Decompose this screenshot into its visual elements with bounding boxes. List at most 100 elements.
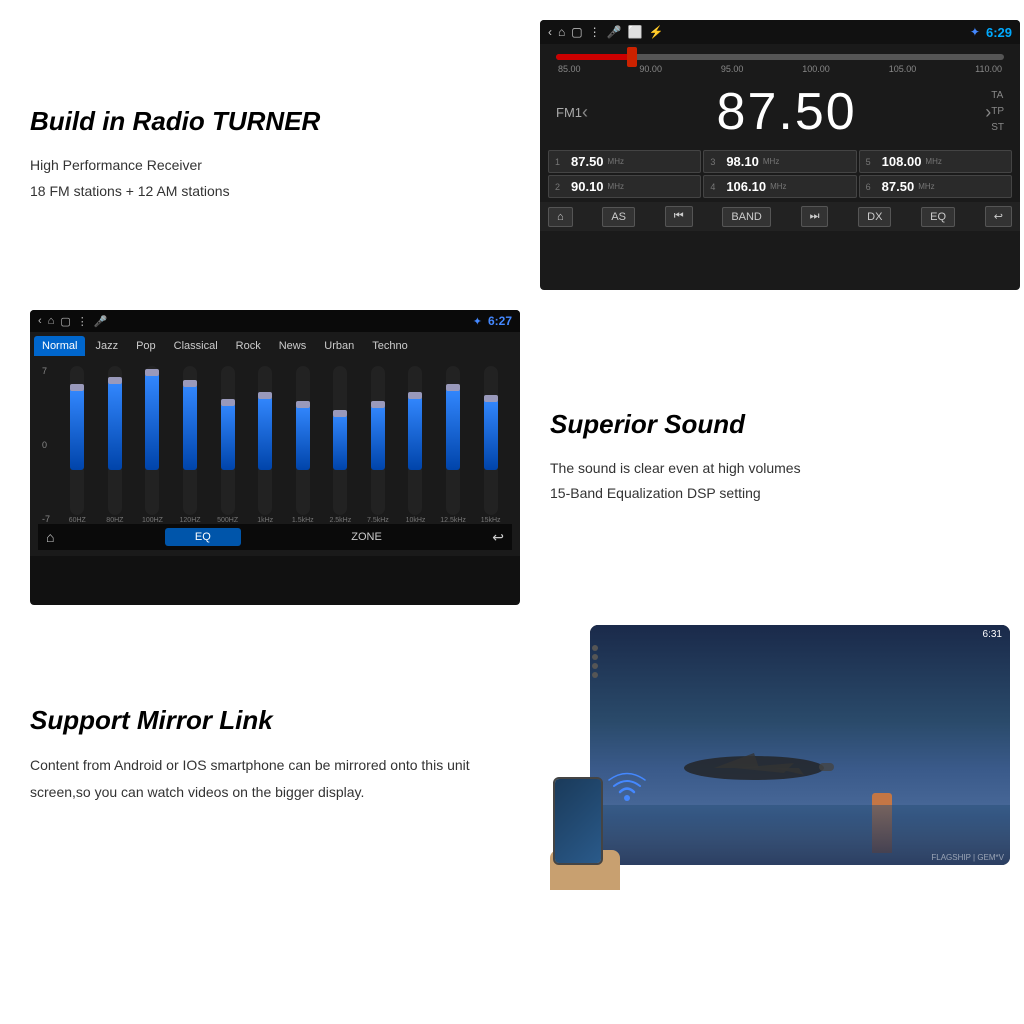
eq-label-120hz: 120HZ <box>180 517 201 524</box>
eq-thumb-10khz[interactable] <box>408 392 422 399</box>
eq-tab-techno[interactable]: Techno <box>364 336 415 356</box>
eq-band-80hz: 80HZ <box>98 366 133 524</box>
phone-screen <box>555 779 601 863</box>
eq-menu-icon: ⋮ <box>77 315 88 328</box>
band-button[interactable]: BAND <box>722 207 771 227</box>
eq-band-track-1-5khz[interactable] <box>296 366 310 515</box>
eq-band-track-60hz[interactable] <box>70 366 84 515</box>
eq-tab-normal[interactable]: Normal <box>34 336 85 356</box>
radio-desc-line1: High Performance Receiver <box>30 153 510 178</box>
eq-label-500hz: 500HZ <box>217 517 238 524</box>
mirror-desc: Content from Android or IOS smartphone c… <box>30 752 510 805</box>
eq-band-track-12-5khz[interactable] <box>446 366 460 515</box>
eq-label-1-5khz: 1.5kHz <box>292 517 314 524</box>
eq-button[interactable]: EQ <box>921 207 955 227</box>
control-dot-4 <box>592 672 598 678</box>
eq-band-1-5khz: 1.5kHz <box>285 366 320 524</box>
eq-band-track-500hz[interactable] <box>221 366 235 515</box>
eq-thumb-100hz[interactable] <box>145 369 159 376</box>
ta-tp-st: TATPST <box>991 88 1004 136</box>
tuner-thumb[interactable] <box>627 47 637 67</box>
eq-zone-button[interactable]: ZONE <box>351 531 382 543</box>
eq-band-12-5khz: 12.5kHz <box>436 366 471 524</box>
eq-ui-section: ‹ ⌂ ▢ ⋮ 🎤 ✦ 6:27 Normal Jazz Pop Classic… <box>20 300 530 615</box>
eq-band-fill-15khz <box>484 399 498 471</box>
eq-back-button[interactable]: ↩ <box>492 529 504 546</box>
eq-band-track-10khz[interactable] <box>408 366 422 515</box>
preset-1[interactable]: 1 87.50 MHz <box>548 150 701 173</box>
eq-screen: ‹ ⌂ ▢ ⋮ 🎤 ✦ 6:27 Normal Jazz Pop Classic… <box>30 310 520 605</box>
eq-band-10khz: 10kHz <box>398 366 433 524</box>
eq-eq-button[interactable]: EQ <box>165 528 241 546</box>
preset-5[interactable]: 5 108.00 MHz <box>859 150 1012 173</box>
car-screen: 6:31 FLAGSHIP | GEM*V <box>590 625 1010 865</box>
eq-band-track-120hz[interactable] <box>183 366 197 515</box>
eq-thumb-500hz[interactable] <box>221 399 235 406</box>
side-controls <box>592 645 598 678</box>
preset-4[interactable]: 4 106.10 MHz <box>703 175 856 198</box>
eq-label-10khz: 10kHz <box>406 517 426 524</box>
sound-desc-line1: The sound is clear even at high volumes <box>550 456 1010 481</box>
eq-bottom-bar: ⌂ EQ ZONE ↩ <box>38 524 512 550</box>
screen-icon: ⬜ <box>628 25 643 39</box>
eq-band-track-80hz[interactable] <box>108 366 122 515</box>
eq-band-fill-12-5khz <box>446 388 460 470</box>
fm-display: FM1 ‹ 87.50 › TATPST <box>540 78 1020 146</box>
back-button[interactable]: ↩ <box>985 206 1012 227</box>
eq-thumb-12-5khz[interactable] <box>446 384 460 391</box>
eq-thumb-80hz[interactable] <box>108 377 122 384</box>
eq-home-icon: ⌂ <box>48 315 55 328</box>
eq-tab-news[interactable]: News <box>271 336 315 356</box>
eq-thumb-1khz[interactable] <box>258 392 272 399</box>
eq-thumb-1-5khz[interactable] <box>296 401 310 408</box>
eq-status-bar: ‹ ⌂ ▢ ⋮ 🎤 ✦ 6:27 <box>30 310 520 332</box>
eq-thumb-15khz[interactable] <box>484 395 498 402</box>
eq-tab-rock[interactable]: Rock <box>228 336 269 356</box>
preset-3[interactable]: 3 98.10 MHz <box>703 150 856 173</box>
mirror-img-section: 6:31 FLAGSHIP | GEM*V <box>530 615 1024 895</box>
eq-home-button[interactable]: ⌂ <box>46 529 54 545</box>
freq-label-90: 90.00 <box>639 64 662 74</box>
eq-tab-classical[interactable]: Classical <box>166 336 226 356</box>
prev-button[interactable]: ⏮ <box>665 206 693 227</box>
eq-label-2-5khz: 2.5kHz <box>329 517 351 524</box>
tuner-track <box>556 54 1004 60</box>
eq-band-fill-1khz <box>258 396 272 471</box>
eq-mic-icon: 🎤 <box>94 315 108 328</box>
preset-6[interactable]: 6 87.50 MHz <box>859 175 1012 198</box>
freq-label-85: 85.00 <box>558 64 581 74</box>
eq-tab-jazz[interactable]: Jazz <box>87 336 126 356</box>
eq-band-track-7-5khz[interactable] <box>371 366 385 515</box>
eq-bands-area: 7 0 -7 60HZ <box>30 356 520 556</box>
radio-status-bar: ‹ ⌂ ▢ ⋮ 🎤 ⬜ ⚡ ✦ 6:29 <box>540 20 1020 44</box>
eq-label-7-5khz: 7.5kHz <box>367 517 389 524</box>
eq-band-fill-2-5khz <box>333 414 347 471</box>
home-button[interactable]: ⌂ <box>548 207 573 227</box>
freq-label-105: 105.00 <box>889 64 917 74</box>
eq-band-track-15khz[interactable] <box>484 366 498 515</box>
as-button[interactable]: AS <box>602 207 635 227</box>
wifi-icon <box>607 768 647 810</box>
eq-band-60hz: 60HZ <box>60 366 95 524</box>
eq-band-100hz: 100HZ <box>135 366 170 524</box>
preset-2[interactable]: 2 90.10 MHz <box>548 175 701 198</box>
eq-band-track-1khz[interactable] <box>258 366 272 515</box>
mirror-title: Support Mirror Link <box>30 705 510 736</box>
eq-tab-urban[interactable]: Urban <box>316 336 362 356</box>
eq-thumb-60hz[interactable] <box>70 384 84 391</box>
eq-band-track-100hz[interactable] <box>145 366 159 515</box>
eq-thumb-120hz[interactable] <box>183 380 197 387</box>
eq-band-track-2-5khz[interactable] <box>333 366 347 515</box>
plane-svg <box>674 733 834 793</box>
radio-time: 6:29 <box>986 25 1012 40</box>
eq-band-fill-80hz <box>108 381 122 470</box>
eq-thumb-2-5khz[interactable] <box>333 410 347 417</box>
dx-button[interactable]: DX <box>858 207 891 227</box>
eq-band-fill-120hz <box>183 384 197 470</box>
eq-scale: 7 0 -7 <box>42 366 58 524</box>
eq-tab-pop[interactable]: Pop <box>128 336 164 356</box>
eq-thumb-7-5khz[interactable] <box>371 401 385 408</box>
next-button[interactable]: ⏭ <box>801 206 829 227</box>
freq-label-95: 95.00 <box>721 64 744 74</box>
scale-bot: -7 <box>42 514 54 524</box>
